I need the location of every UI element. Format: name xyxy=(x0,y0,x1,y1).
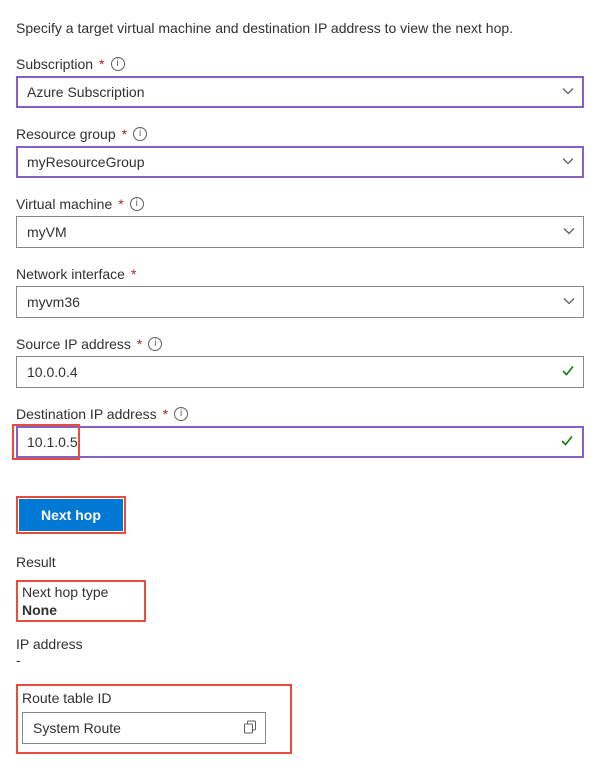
field-subscription: Subscription * i Azure Subscription xyxy=(16,56,584,108)
select-subscription-value: Azure Subscription xyxy=(27,84,145,100)
input-destination-ip[interactable]: 10.1.0.5 xyxy=(16,426,584,458)
info-icon[interactable]: i xyxy=(130,197,144,211)
select-network-interface-value: myvm36 xyxy=(27,294,80,310)
next-hop-button[interactable]: Next hop xyxy=(19,499,123,531)
route-table-value: System Route xyxy=(33,720,121,736)
chevron-down-icon xyxy=(562,84,574,100)
ip-address-value: - xyxy=(16,652,584,668)
select-virtual-machine-value: myVM xyxy=(27,224,67,240)
field-network-interface: Network interface * myvm36 xyxy=(16,266,584,318)
field-source-ip: Source IP address * i 10.0.0.4 xyxy=(16,336,584,388)
required-mark: * xyxy=(137,336,142,352)
route-table-field[interactable]: System Route xyxy=(22,712,266,744)
check-icon xyxy=(560,434,574,451)
chevron-down-icon xyxy=(562,154,574,170)
label-destination-ip: Destination IP address * i xyxy=(16,406,584,422)
label-resource-group: Resource group * i xyxy=(16,126,584,142)
select-resource-group[interactable]: myResourceGroup xyxy=(16,146,584,178)
label-virtual-machine: Virtual machine * i xyxy=(16,196,584,212)
copy-icon[interactable] xyxy=(243,720,257,737)
select-virtual-machine[interactable]: myVM xyxy=(16,216,584,248)
label-subscription-text: Subscription xyxy=(16,56,93,72)
info-icon[interactable]: i xyxy=(133,127,147,141)
info-icon[interactable]: i xyxy=(174,407,188,421)
field-virtual-machine: Virtual machine * i myVM xyxy=(16,196,584,248)
label-subscription: Subscription * i xyxy=(16,56,584,72)
label-network-interface-text: Network interface xyxy=(16,266,125,282)
input-destination-ip-value: 10.1.0.5 xyxy=(27,434,78,450)
chevron-down-icon xyxy=(563,294,575,310)
check-icon xyxy=(561,364,575,381)
label-source-ip-text: Source IP address xyxy=(16,336,131,352)
button-row: Next hop xyxy=(16,496,126,534)
label-virtual-machine-text: Virtual machine xyxy=(16,196,112,212)
select-subscription[interactable]: Azure Subscription xyxy=(16,76,584,108)
required-mark: * xyxy=(118,196,123,212)
field-destination-ip: Destination IP address * i 10.1.0.5 xyxy=(16,406,584,458)
annotation-highlight: Route table ID System Route xyxy=(16,684,292,754)
annotation-highlight: Next hop xyxy=(16,496,126,534)
required-mark: * xyxy=(131,266,136,282)
label-network-interface: Network interface * xyxy=(16,266,584,282)
label-destination-ip-text: Destination IP address xyxy=(16,406,157,422)
field-resource-group: Resource group * i myResourceGroup xyxy=(16,126,584,178)
form-page: Specify a target virtual machine and des… xyxy=(0,0,600,774)
next-hop-type-label: Next hop type xyxy=(22,584,108,600)
required-mark: * xyxy=(122,126,127,142)
select-network-interface[interactable]: myvm36 xyxy=(16,286,584,318)
label-source-ip: Source IP address * i xyxy=(16,336,584,352)
label-resource-group-text: Resource group xyxy=(16,126,116,142)
info-icon[interactable]: i xyxy=(111,57,125,71)
info-icon[interactable]: i xyxy=(148,337,162,351)
result-heading: Result xyxy=(16,554,584,570)
route-table-label: Route table ID xyxy=(22,686,266,706)
required-mark: * xyxy=(163,406,168,422)
select-resource-group-value: myResourceGroup xyxy=(27,154,145,170)
required-mark: * xyxy=(99,56,104,72)
input-source-ip-value: 10.0.0.4 xyxy=(27,364,78,380)
intro-text: Specify a target virtual machine and des… xyxy=(16,20,584,36)
input-source-ip[interactable]: 10.0.0.4 xyxy=(16,356,584,388)
next-hop-type-value: None xyxy=(22,602,108,618)
chevron-down-icon xyxy=(563,224,575,240)
ip-address-label: IP address xyxy=(16,636,584,652)
annotation-highlight: Next hop type None xyxy=(16,580,146,622)
